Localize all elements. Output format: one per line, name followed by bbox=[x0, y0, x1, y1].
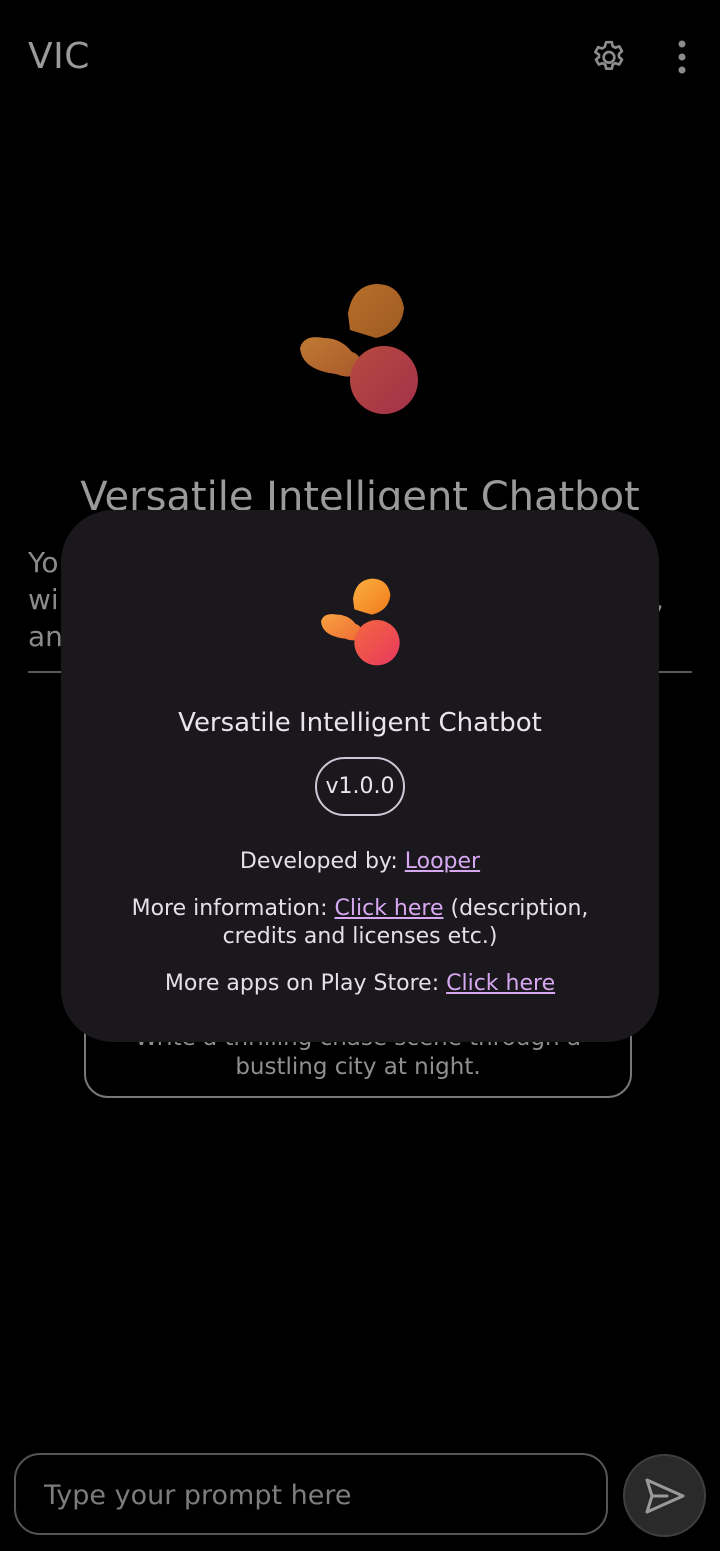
settings-button[interactable] bbox=[585, 34, 633, 82]
more-apps-label: More apps on Play Store: bbox=[164, 971, 447, 996]
developer-label: Developed by: bbox=[239, 849, 405, 874]
prompt-field[interactable] bbox=[14, 1453, 608, 1535]
more-info-line: More information: Click here (descriptio… bbox=[91, 895, 629, 951]
more-apps-line: More apps on Play Store: Click here bbox=[91, 970, 629, 998]
more-vertical-icon bbox=[678, 40, 686, 74]
dialog-title: Versatile Intelligent Chatbot bbox=[178, 708, 542, 738]
send-icon bbox=[645, 1478, 684, 1513]
more-apps-link[interactable]: Click here bbox=[446, 971, 555, 996]
developer-link[interactable]: Looper bbox=[405, 849, 480, 874]
send-button[interactable] bbox=[623, 1454, 706, 1537]
developer-line: Developed by: Looper bbox=[91, 848, 629, 876]
more-options-button[interactable] bbox=[658, 34, 706, 82]
about-dialog: Versatile Intelligent Chatbot v1.0.0 Dev… bbox=[61, 510, 659, 1042]
gear-icon bbox=[594, 40, 624, 70]
more-info-label: More information: bbox=[131, 896, 335, 921]
app-bar: VIC bbox=[0, 0, 720, 116]
app-screen: VIC Versatile Intelligent Chatbot Yo wi … bbox=[0, 0, 720, 1551]
prompt-input[interactable] bbox=[42, 1455, 586, 1535]
app-logo bbox=[321, 578, 400, 666]
more-info-link[interactable]: Click here bbox=[335, 896, 444, 921]
app-logo bbox=[300, 284, 418, 414]
app-title: VIC bbox=[28, 36, 90, 77]
version-badge: v1.0.0 bbox=[315, 757, 405, 816]
